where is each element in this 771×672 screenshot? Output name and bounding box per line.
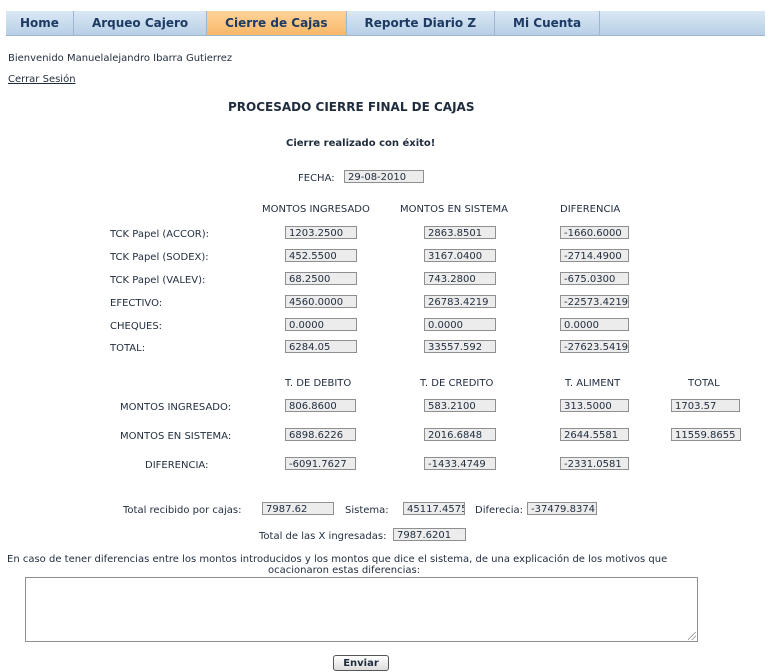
row-label-total: TOTAL: [110, 343, 146, 354]
debito-ingresado-field[interactable]: 806.8600 [285, 399, 356, 412]
valev-sistema-field[interactable]: 743.2800 [424, 272, 496, 285]
total-diferencia-field[interactable]: -27623.5419 [560, 340, 629, 353]
row-label-montos-sistema: MONTOS EN SISTEMA: [120, 431, 232, 442]
row-label-cheques: CHEQUES: [110, 321, 163, 332]
valev-diferencia-field[interactable]: -675.0300 [560, 272, 629, 285]
explanation-line-2: ocacionaron estas diferencias: [268, 565, 421, 576]
page-title: PROCESADO CIERRE FINAL DE CAJAS [228, 100, 475, 114]
total-ingresado-field[interactable]: 6284.05 [285, 340, 357, 353]
aliment-ingresado-field[interactable]: 313.5000 [560, 399, 629, 412]
tab-home[interactable]: Home [6, 11, 74, 35]
row-label-valev: TCK Papel (VALEV): [110, 275, 206, 286]
submit-button[interactable]: Enviar [333, 655, 389, 671]
accor-diferencia-field[interactable]: -1660.6000 [560, 226, 629, 239]
efectivo-diferencia-field[interactable]: -22573.4219 [560, 295, 629, 308]
logout-link[interactable]: Cerrar Sesión [8, 74, 76, 85]
efectivo-sistema-field[interactable]: 26783.4219 [424, 295, 496, 308]
aliment-sistema-field[interactable]: 2644.5581 [560, 428, 629, 441]
diferencia-label: Diferecia: [475, 505, 523, 516]
main-nav: Home Arqueo Cajero Cierre de Cajas Repor… [6, 11, 765, 36]
debito-sistema-field[interactable]: 6898.6226 [285, 428, 356, 441]
total-ingresado-sum-field[interactable]: 1703.57 [671, 399, 740, 412]
row-label-montos-ingresado: MONTOS INGRESADO: [120, 402, 232, 413]
header-t-credito: T. DE CREDITO [420, 378, 494, 389]
welcome-text: Bienvenido Manuelalejandro Ibarra Gutier… [8, 53, 233, 64]
debito-diferencia-field[interactable]: -6091.7627 [285, 457, 356, 470]
credito-sistema-field[interactable]: 2016.6848 [424, 428, 496, 441]
header-montos-en-sistema: MONTOS EN SISTEMA [400, 204, 509, 215]
sodex-ingresado-field[interactable]: 452.5500 [285, 249, 357, 262]
sodex-sistema-field[interactable]: 3167.0400 [424, 249, 496, 262]
row-label-sodex: TCK Papel (SODEX): [110, 252, 209, 263]
explanation-line-1: En caso de tener diferencias entre los m… [7, 554, 668, 565]
fecha-label: FECHA: [298, 173, 335, 184]
cheques-ingresado-field[interactable]: 0.0000 [285, 318, 357, 331]
cheques-diferencia-field[interactable]: 0.0000 [560, 318, 629, 331]
header-total: TOTAL [688, 378, 720, 389]
accor-sistema-field[interactable]: 2863.8501 [424, 226, 496, 239]
header-diferencia: DIFERENCIA [560, 204, 621, 215]
header-t-debito: T. DE DEBITO [285, 378, 352, 389]
sodex-diferencia-field[interactable]: -2714.4900 [560, 249, 629, 262]
valev-ingresado-field[interactable]: 68.2500 [285, 272, 357, 285]
diferencia-field[interactable]: -37479.8374 [527, 502, 597, 515]
tab-cierre-de-cajas[interactable]: Cierre de Cajas [207, 11, 347, 35]
resize-grip-icon[interactable] [688, 632, 696, 640]
efectivo-ingresado-field[interactable]: 4560.0000 [285, 295, 357, 308]
x-ingresadas-field[interactable]: 7987.6201 [393, 528, 466, 541]
recibido-field[interactable]: 7987.62 [262, 502, 334, 515]
credito-diferencia-field[interactable]: -1433.4749 [424, 457, 496, 470]
tab-mi-cuenta[interactable]: Mi Cuenta [495, 11, 601, 35]
sistema-field[interactable]: 45117.4575 [403, 502, 465, 515]
recibido-label: Total recibido por cajas: [123, 505, 242, 516]
fecha-field[interactable]: 29-08-2010 [344, 170, 424, 183]
row-label-accor: TCK Papel (ACCOR): [110, 229, 210, 240]
header-t-aliment: T. ALIMENT [565, 378, 621, 389]
row-label-diferencia: DIFERENCIA: [145, 460, 209, 471]
tab-arqueo-cajero[interactable]: Arqueo Cajero [74, 11, 208, 35]
row-label-efectivo: EFECTIVO: [110, 298, 163, 309]
success-message: Cierre realizado con éxito! [286, 138, 436, 149]
total-sistema-field[interactable]: 33557.592 [424, 340, 496, 353]
x-ingresadas-label: Total de las X ingresadas: [259, 531, 387, 542]
accor-ingresado-field[interactable]: 1203.2500 [285, 226, 357, 239]
sistema-label: Sistema: [345, 505, 389, 516]
credito-ingresado-field[interactable]: 583.2100 [424, 399, 496, 412]
tab-reporte-diario-z[interactable]: Reporte Diario Z [347, 11, 496, 35]
aliment-diferencia-field[interactable]: -2331.0581 [560, 457, 629, 470]
cheques-sistema-field[interactable]: 0.0000 [424, 318, 496, 331]
explanation-textarea[interactable] [25, 577, 698, 642]
total-sistema-sum-field[interactable]: 11559.8655 [671, 428, 741, 441]
header-montos-ingresado: MONTOS INGRESADO [262, 204, 370, 215]
